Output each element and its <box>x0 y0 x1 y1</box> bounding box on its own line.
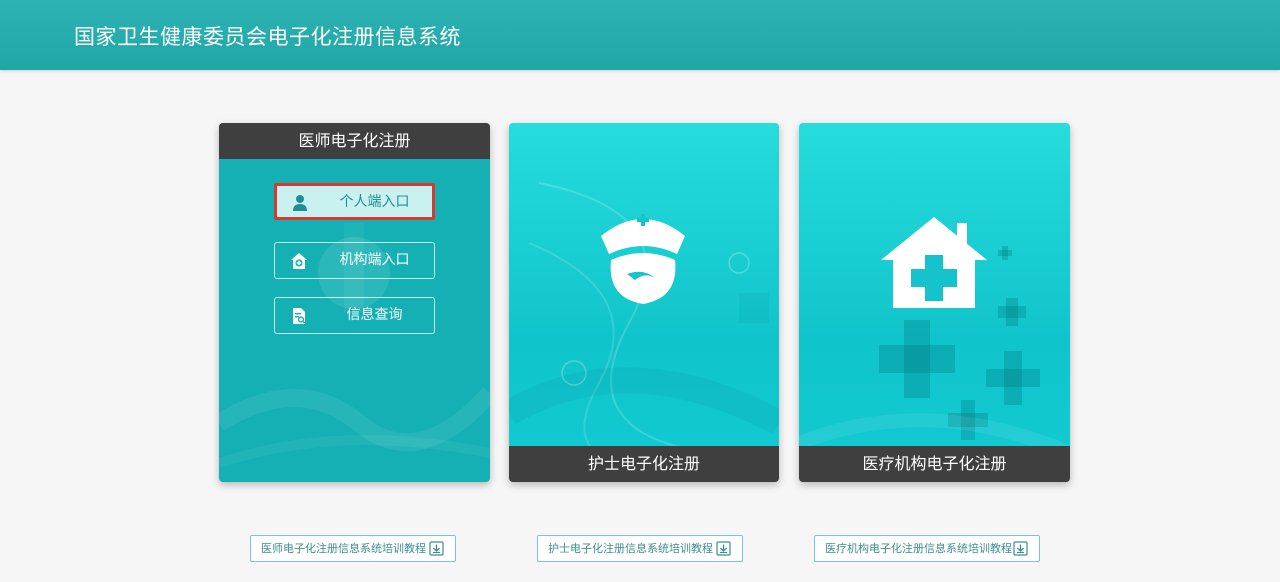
download-icon <box>716 541 731 556</box>
institution-tutorial-download[interactable]: 医疗机构电子化注册信息系统培训教程 <box>814 535 1040 562</box>
header-bar: 国家卫生健康委员会电子化注册信息系统 <box>0 0 1280 70</box>
person-icon <box>293 195 307 211</box>
info-query-label: 信息查询 <box>346 307 403 323</box>
institution-tutorial-label: 医疗机构电子化注册信息系统培训教程 <box>825 542 1012 555</box>
doctor-tutorial-label: 医师电子化注册信息系统培训教程 <box>261 542 426 555</box>
doctor-tutorial-download[interactable]: 医师电子化注册信息系统培训教程 <box>250 535 456 562</box>
info-query-button[interactable]: 信息查询 <box>274 297 435 334</box>
page-title: 国家卫生健康委员会电子化注册信息系统 <box>74 25 461 49</box>
institution-card-title: 医疗机构电子化注册 <box>799 446 1070 482</box>
hospital-house-icon <box>881 217 987 308</box>
nurse-tutorial-label: 护士电子化注册信息系统培训教程 <box>548 542 713 555</box>
download-icon <box>1013 541 1028 556</box>
institution-registration-card[interactable]: 医疗机构电子化注册 <box>799 123 1070 482</box>
institution-entry-label: 机构端入口 <box>339 252 410 268</box>
nurse-card-title: 护士电子化注册 <box>509 446 779 482</box>
nurse-registration-card[interactable]: 护士电子化注册 <box>509 123 779 482</box>
institution-entry-button[interactable]: 机构端入口 <box>274 242 435 279</box>
document-search-icon <box>293 308 306 324</box>
hospital-icon <box>291 253 307 269</box>
doctor-registration-card: 医师电子化注册 个人端入口 机构端入口 信息查询 <box>219 123 490 482</box>
personal-entry-label: 个人端入口 <box>339 194 410 210</box>
nurse-tutorial-download[interactable]: 护士电子化注册信息系统培训教程 <box>537 535 743 562</box>
personal-entry-button[interactable]: 个人端入口 <box>274 183 435 220</box>
nurse-cap-icon <box>601 214 685 304</box>
doctor-card-title: 医师电子化注册 <box>219 123 490 159</box>
download-icon <box>429 541 444 556</box>
